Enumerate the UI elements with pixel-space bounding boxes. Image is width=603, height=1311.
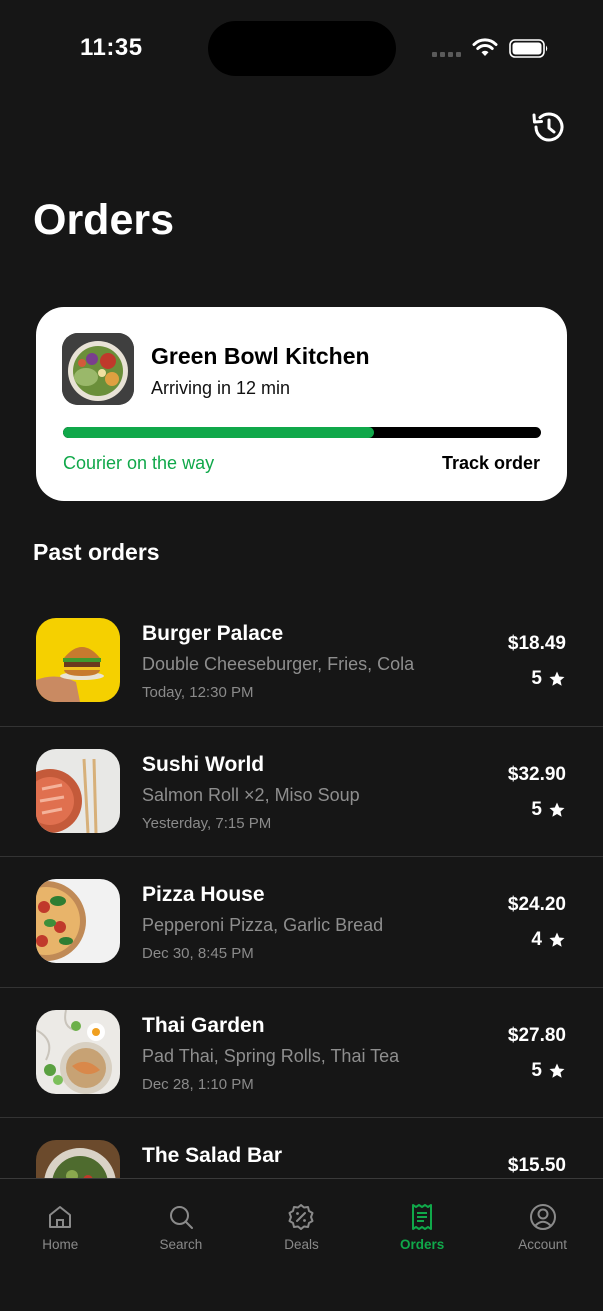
discount-badge-icon bbox=[288, 1204, 314, 1230]
restaurant-thumbnail bbox=[62, 333, 134, 405]
restaurant-name: Burger Palace bbox=[142, 622, 284, 645]
status-time: 11:35 bbox=[80, 34, 143, 61]
restaurant-thumbnail bbox=[36, 618, 120, 702]
order-price: $18.49 bbox=[507, 633, 566, 654]
order-rating: 4 bbox=[531, 929, 566, 951]
order-items: Double Cheeseburger, Fries, Cola bbox=[142, 654, 415, 674]
restaurant-name: Pizza House bbox=[142, 883, 265, 906]
tab-search[interactable]: Search bbox=[121, 1179, 242, 1311]
order-row-the-salad-bar[interactable]: The Salad Bar $15.50 bbox=[0, 1118, 603, 1179]
restaurant-thumbnail bbox=[36, 748, 120, 833]
rating-value: 5 bbox=[531, 798, 542, 820]
delivery-status: Courier on the way bbox=[63, 453, 215, 473]
order-rating: 5 bbox=[531, 799, 566, 821]
order-price: $32.90 bbox=[507, 763, 566, 785]
restaurant-thumbnail bbox=[36, 1009, 120, 1094]
delivery-progress-bar bbox=[63, 427, 541, 438]
order-row-sushi-world[interactable]: Sushi World Salmon Roll ×2, Miso Soup Ye… bbox=[0, 727, 603, 857]
history-icon[interactable] bbox=[529, 108, 567, 146]
order-date: Yesterday, 7:15 PM bbox=[142, 814, 272, 832]
star-icon bbox=[549, 1063, 565, 1078]
star-icon bbox=[549, 932, 565, 947]
battery-icon bbox=[509, 39, 548, 58]
rating-value: 5 bbox=[531, 1059, 542, 1081]
restaurant-name: Sushi World bbox=[142, 752, 265, 776]
rating-value: 5 bbox=[531, 668, 542, 689]
delivery-progress-fill bbox=[63, 427, 374, 438]
track-order-button[interactable]: Track order bbox=[442, 453, 540, 474]
tab-label: Orders bbox=[399, 1237, 445, 1252]
receipt-icon bbox=[412, 1204, 433, 1230]
active-order-card[interactable]: Green Bowl Kitchen Arriving in 12 min Co… bbox=[36, 307, 567, 501]
restaurant-name: Thai Garden bbox=[142, 1013, 265, 1037]
page-title: Orders bbox=[33, 196, 175, 244]
order-date: Today, 12:30 PM bbox=[142, 684, 254, 701]
tab-label: Home bbox=[42, 1237, 79, 1252]
order-date: Dec 30, 8:45 PM bbox=[142, 945, 254, 962]
dynamic-island bbox=[208, 21, 396, 76]
tab-label: Deals bbox=[284, 1237, 319, 1252]
order-rating: 5 bbox=[531, 1060, 566, 1082]
past-orders-heading: Past orders bbox=[33, 539, 160, 565]
tab-account[interactable]: Account bbox=[482, 1179, 603, 1311]
order-date: Dec 28, 1:10 PM bbox=[142, 1075, 254, 1093]
order-price: $15.50 bbox=[507, 1155, 566, 1176]
active-restaurant-name: Green Bowl Kitchen bbox=[151, 343, 370, 369]
order-price: $27.80 bbox=[507, 1024, 566, 1046]
order-items: Pepperoni Pizza, Garlic Bread bbox=[142, 915, 384, 935]
rating-value: 4 bbox=[531, 929, 542, 950]
eta-text: Arriving in 12 min bbox=[151, 378, 291, 398]
bottom-tab-bar: Home Search Deals Orders Account bbox=[0, 1178, 603, 1311]
tab-deals[interactable]: Deals bbox=[241, 1179, 362, 1311]
restaurant-name: The Salad Bar bbox=[142, 1144, 283, 1167]
tab-label: Search bbox=[159, 1237, 203, 1252]
past-orders-list[interactable]: Burger Palace Double Cheeseburger, Fries… bbox=[0, 596, 603, 1179]
star-icon bbox=[549, 802, 565, 817]
cellular-signal-icon bbox=[432, 52, 462, 58]
order-price: $24.20 bbox=[507, 894, 566, 915]
order-row-pizza-house[interactable]: Pizza House Pepperoni Pizza, Garlic Brea… bbox=[0, 857, 603, 988]
search-icon bbox=[169, 1206, 193, 1229]
tab-label: Account bbox=[518, 1237, 568, 1252]
home-icon bbox=[49, 1206, 72, 1228]
tab-home[interactable]: Home bbox=[0, 1179, 121, 1311]
order-row-thai-garden[interactable]: Thai Garden Pad Thai, Spring Rolls, Thai… bbox=[0, 988, 603, 1118]
wifi-icon bbox=[472, 38, 498, 56]
order-rating: 5 bbox=[531, 668, 566, 690]
order-items: Pad Thai, Spring Rolls, Thai Tea bbox=[142, 1045, 400, 1066]
star-icon bbox=[549, 671, 565, 686]
order-row-burger-palace[interactable]: Burger Palace Double Cheeseburger, Fries… bbox=[0, 596, 603, 727]
restaurant-thumbnail bbox=[36, 1140, 120, 1179]
tab-orders[interactable]: Orders bbox=[362, 1179, 483, 1311]
restaurant-thumbnail bbox=[36, 879, 120, 963]
order-items: Salmon Roll ×2, Miso Soup bbox=[142, 784, 360, 805]
account-icon bbox=[529, 1204, 556, 1230]
